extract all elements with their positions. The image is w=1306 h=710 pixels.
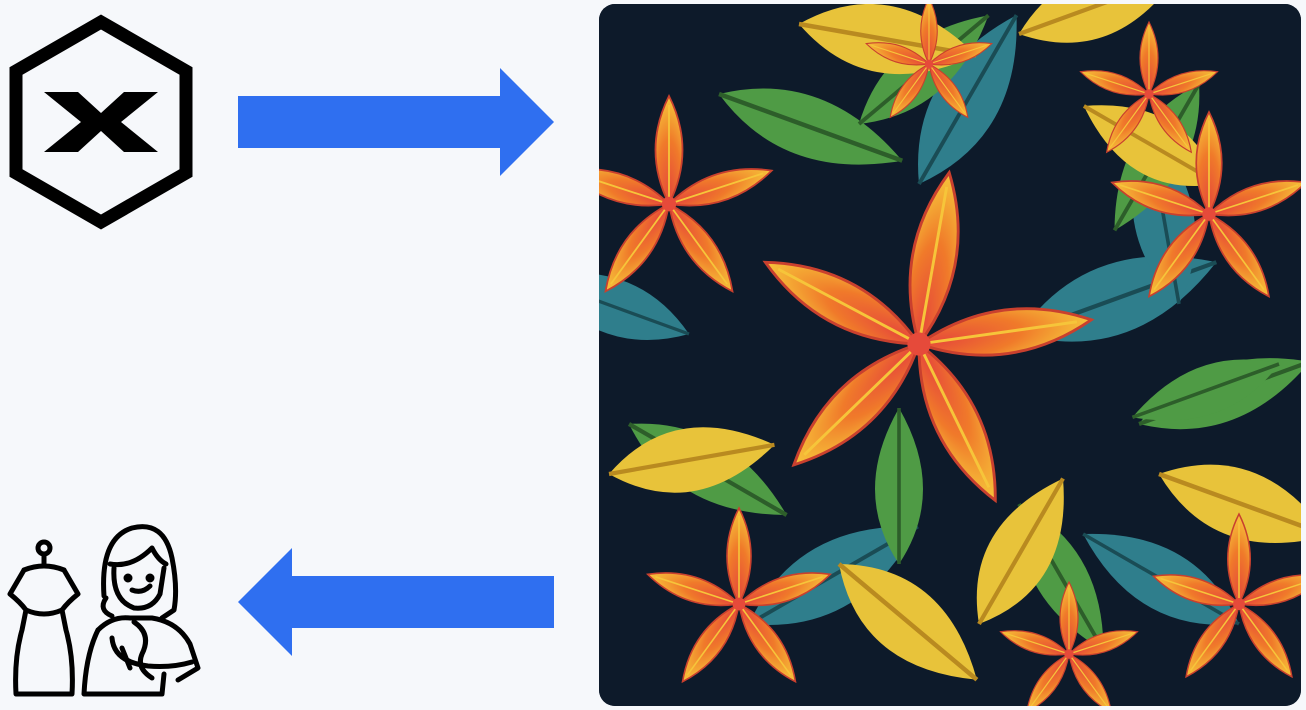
mannequin-icon bbox=[7, 539, 81, 697]
tropical-floral-pattern-image bbox=[599, 4, 1301, 706]
fashion-designer-with-mannequin-icon bbox=[2, 498, 202, 704]
arrow-left-icon bbox=[236, 546, 558, 658]
arrow-right-icon bbox=[236, 66, 558, 178]
designer-person-icon bbox=[81, 524, 201, 697]
hexagon-x-logo-icon bbox=[6, 14, 196, 230]
